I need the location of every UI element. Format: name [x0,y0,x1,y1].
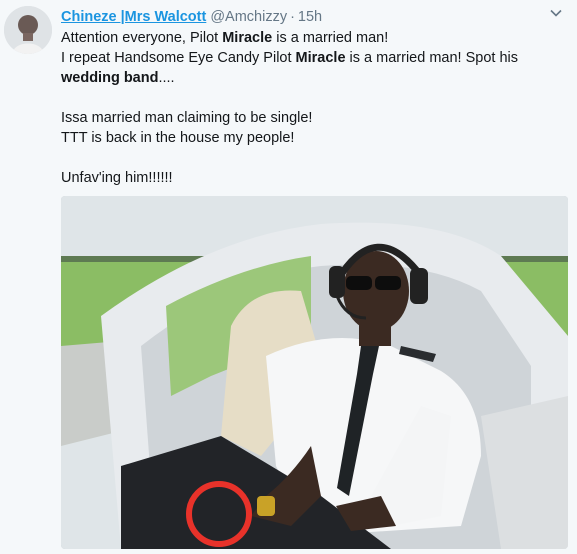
timestamp[interactable]: 15h [298,9,322,25]
tweet-header: Chineze |Mrs Walcott @Amchizzy · 15h [61,7,322,27]
text-segment: Unfav'ing him!!!!!! [61,170,173,186]
tweet-line: TTT is back in the house my people! [61,128,566,148]
bold-text: Miracle [295,50,346,66]
author-handle[interactable]: @Amchizzy [210,9,287,25]
tweet: Chineze |Mrs Walcott @Amchizzy · 15h Attent… [0,0,577,554]
text-segment: is a married man! [272,30,389,46]
bold-text: wedding band [61,70,159,86]
text-segment: is a married man! Spot his [345,50,518,66]
chevron-down-icon[interactable] [547,6,565,24]
separator-dot: · [290,9,295,25]
text-segment: Issa married man claiming to be single! [61,110,313,126]
tweet-line: I repeat Handsome Eye Candy Pilot Miracl… [61,48,566,88]
tweet-line: Issa married man claiming to be single! [61,108,566,128]
avatar[interactable] [4,6,52,54]
tweet-photo[interactable] [61,196,568,549]
text-segment: TTT is back in the house my people! [61,130,295,146]
tweet-line: Unfav'ing him!!!!!! [61,168,566,188]
tweet-line: Attention everyone, Pilot Miracle is a m… [61,28,566,48]
text-segment: Attention everyone, Pilot [61,30,223,46]
text-segment: I repeat Handsome Eye Candy Pilot [61,50,296,66]
tweet-text: Attention everyone, Pilot Miracle is a m… [61,28,566,188]
text-segment: .... [158,70,175,86]
bold-text: Miracle [222,30,273,46]
author-name[interactable]: Chineze |Mrs Walcott [61,9,206,25]
